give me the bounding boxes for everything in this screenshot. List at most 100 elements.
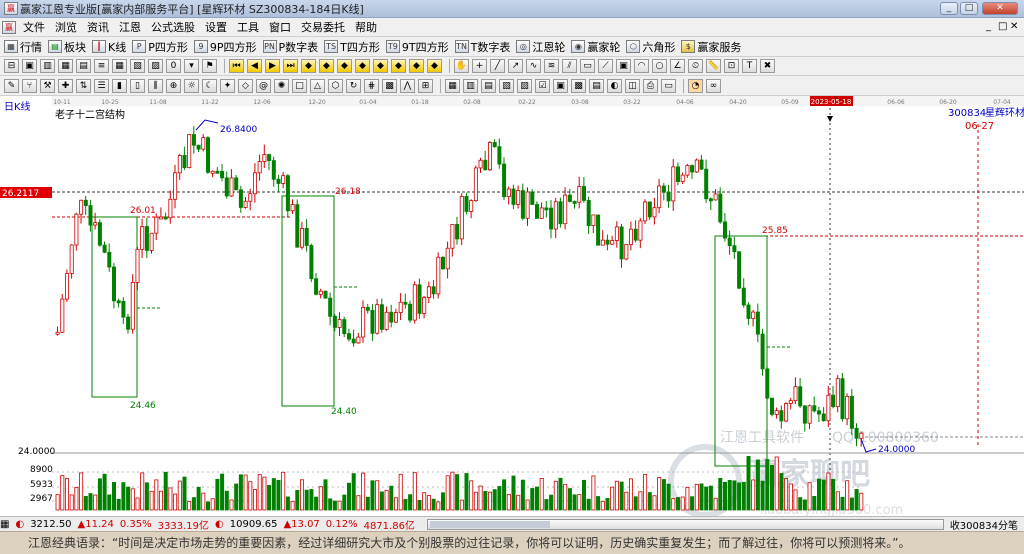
toolbar-p-table-button[interactable]: PN P数字表 xyxy=(262,39,318,55)
note-icon[interactable]: ▭ xyxy=(580,59,595,73)
fork-icon[interactable]: ⑂ xyxy=(22,78,37,93)
pen-icon[interactable]: ✎ xyxy=(4,78,19,93)
hand-icon[interactable]: ✋ xyxy=(454,59,469,73)
split-icon[interactable]: ⫼ xyxy=(148,78,163,93)
expand-icon[interactable]: ◆ xyxy=(409,59,424,73)
cube-icon[interactable]: ▩ xyxy=(382,78,397,93)
shrink-icon[interactable]: ◆ xyxy=(427,59,442,73)
toolbar-t-square-button[interactable]: TS T四方形 xyxy=(324,39,380,55)
toolbar-9p-square-button[interactable]: 9 9P四方形 xyxy=(193,39,257,55)
bars-icon[interactable]: ▮ xyxy=(112,78,127,93)
minimize-button[interactable]: _ xyxy=(940,2,958,15)
infinity-icon[interactable]: ∞ xyxy=(706,78,721,93)
toolbar-quotes-button[interactable]: ▦ 行情 xyxy=(4,39,42,55)
ruler-icon[interactable]: 📏 xyxy=(706,59,721,73)
square-tool-icon[interactable]: □ xyxy=(292,78,307,93)
kline-chart-area[interactable]: 江恩工具软件 QQ:100800360 赢家聊吧 liaoba.yingjia3… xyxy=(0,96,1024,518)
mdi-restore-button[interactable]: □ xyxy=(998,21,1007,32)
chart-icon[interactable]: ▣ xyxy=(22,59,37,73)
zoom-in-icon[interactable]: ◆ xyxy=(301,59,316,73)
panel-icon[interactable]: ▦ xyxy=(445,78,460,93)
trash-icon[interactable]: ✖ xyxy=(760,59,775,73)
stack-icon[interactable]: ▧ xyxy=(130,59,145,73)
horizontal-scrollbar[interactable] xyxy=(426,518,944,530)
moon-icon[interactable]: ☾ xyxy=(202,78,217,93)
book-icon[interactable]: ▧ xyxy=(499,78,514,93)
palette-icon[interactable]: ◐ xyxy=(607,78,622,93)
grid-small-icon[interactable]: ▦ xyxy=(112,59,127,73)
fan-icon[interactable]: ⟋ xyxy=(598,59,613,73)
text-icon[interactable]: T xyxy=(742,59,757,73)
toolbar-sector-button[interactable]: ▤ 板块 xyxy=(48,39,86,55)
web-icon[interactable]: ✺ xyxy=(274,78,289,93)
sun-icon[interactable]: ☼ xyxy=(184,78,199,93)
mesh-icon[interactable]: ⋕ xyxy=(364,78,379,93)
cross-tool-icon[interactable]: ✚ xyxy=(58,78,73,93)
close-button[interactable]: ✕ xyxy=(982,2,1018,15)
fibonacci-icon[interactable]: ≋ xyxy=(544,59,559,73)
layout-tool-icon[interactable]: ▥ xyxy=(463,78,478,93)
toolbar-service-button[interactable]: $ 赢家服务 xyxy=(681,39,741,55)
channel-icon[interactable]: ⫽ xyxy=(562,59,577,73)
menu-gann[interactable]: 江恩 xyxy=(114,19,146,35)
cross-icon[interactable]: + xyxy=(472,59,487,73)
window-icon[interactable]: ◫ xyxy=(625,78,640,93)
maximize-button[interactable]: □ xyxy=(960,2,978,15)
pyramid-icon[interactable]: ⋀ xyxy=(400,78,415,93)
menu-file[interactable]: 文件 xyxy=(18,19,50,35)
hex-tool-icon[interactable]: ⬡ xyxy=(328,78,343,93)
image-icon[interactable]: ▩ xyxy=(571,78,586,93)
print-icon[interactable]: ⎙ xyxy=(643,78,658,93)
first-icon[interactable]: ⏮ xyxy=(229,59,244,73)
toolbar-gann-wheel-button[interactable]: ◎ 江恩轮 xyxy=(516,39,565,55)
arrows-icon[interactable]: ⇅ xyxy=(76,78,91,93)
dropdown-icon[interactable]: ▾ xyxy=(184,59,199,73)
angle-icon[interactable]: ∠ xyxy=(670,59,685,73)
left-icon[interactable]: ◆ xyxy=(373,59,388,73)
magnet-icon[interactable]: ⊡ xyxy=(724,59,739,73)
mdi-close-button[interactable]: ✕ xyxy=(1010,21,1018,32)
target-icon[interactable]: ⊕ xyxy=(166,78,181,93)
kline-chart[interactable]: 江恩工具软件 QQ:100800360 赢家聊吧 liaoba.yingjia3… xyxy=(0,96,1024,518)
wave-icon[interactable]: ∿ xyxy=(526,59,541,73)
last-icon[interactable]: ⏭ xyxy=(283,59,298,73)
levels-icon[interactable]: ☰ xyxy=(94,78,109,93)
toolbar-t-table-button[interactable]: TN T数字表 xyxy=(454,39,510,55)
save-icon[interactable]: ▣ xyxy=(553,78,568,93)
compare-icon[interactable]: ▤ xyxy=(76,59,91,73)
gann-box-icon[interactable]: ▣ xyxy=(616,59,631,73)
spiral-icon[interactable]: @ xyxy=(256,78,271,93)
toolbar-kline-button[interactable]: ┃ K线 xyxy=(92,39,126,55)
arc-icon[interactable]: ◠ xyxy=(634,59,649,73)
menu-help[interactable]: 帮助 xyxy=(350,19,382,35)
cycle-icon[interactable]: ↻ xyxy=(346,78,361,93)
prev-icon[interactable]: ◀ xyxy=(247,59,262,73)
toolbar-9t-square-button[interactable]: T9 9T四方形 xyxy=(385,39,449,55)
next-icon[interactable]: ▶ xyxy=(265,59,280,73)
rows-icon[interactable]: ▨ xyxy=(148,59,163,73)
diamond-icon[interactable]: ◇ xyxy=(238,78,253,93)
calendar-icon[interactable]: ▤ xyxy=(481,78,496,93)
doc-icon[interactable]: ▨ xyxy=(517,78,532,93)
circle-icon[interactable]: ○ xyxy=(652,59,667,73)
layout-icon[interactable]: ⊟ xyxy=(4,59,19,73)
sheet-icon[interactable]: ▤ xyxy=(589,78,604,93)
triangle-icon[interactable]: △ xyxy=(310,78,325,93)
grid-tool-icon[interactable]: ⊞ xyxy=(418,78,433,93)
right-icon[interactable]: ◆ xyxy=(391,59,406,73)
menu-tools[interactable]: 工具 xyxy=(232,19,264,35)
star-icon[interactable]: ✦ xyxy=(220,78,235,93)
hammer-icon[interactable]: ⚒ xyxy=(40,78,55,93)
color-wheel-icon[interactable]: ◔ xyxy=(688,78,703,93)
menu-window[interactable]: 窗口 xyxy=(264,19,296,35)
up-icon[interactable]: ◆ xyxy=(337,59,352,73)
menu-trade[interactable]: 交易委托 xyxy=(296,19,350,35)
columns-icon[interactable]: ▯ xyxy=(130,78,145,93)
menu-info[interactable]: 资讯 xyxy=(82,19,114,35)
toolbar-winner-wheel-button[interactable]: ◉ 赢家轮 xyxy=(571,39,620,55)
vector-icon[interactable]: ↗ xyxy=(508,59,523,73)
toolbar-p-square-button[interactable]: P P四方形 xyxy=(132,39,188,55)
check-icon[interactable]: ☑ xyxy=(535,78,550,93)
mdi-minimize-button[interactable]: _ xyxy=(986,21,991,32)
table-icon[interactable]: ▦ xyxy=(58,59,73,73)
